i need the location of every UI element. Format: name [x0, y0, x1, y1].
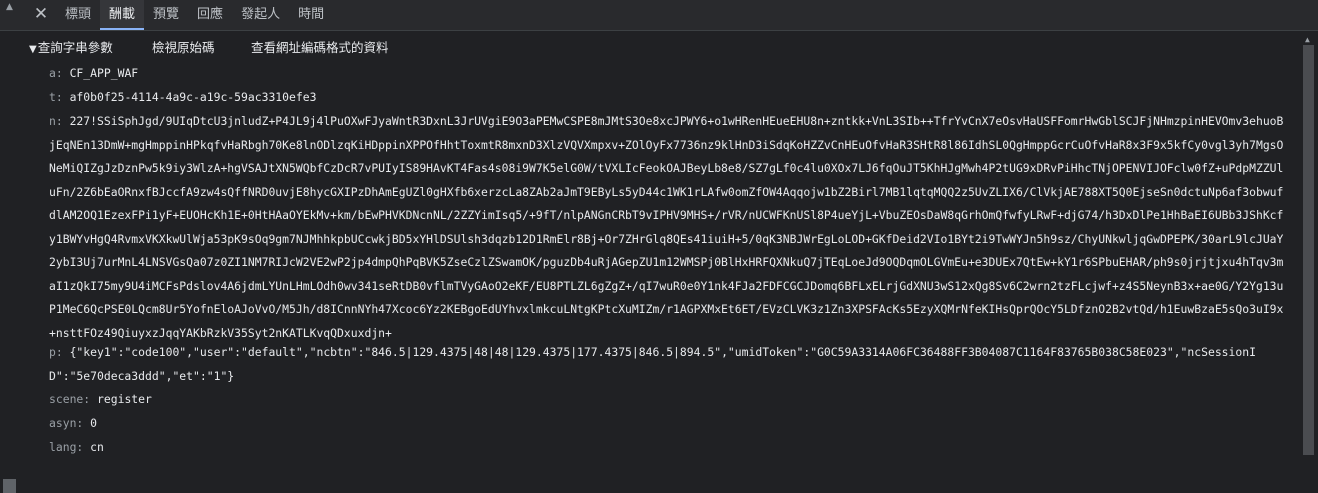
- tab-headers[interactable]: 標頭: [56, 0, 100, 30]
- param-value: 227!SSiSphJgd/9UIqDtcU3jnludZ+P4JL9j4lPu…: [49, 114, 1284, 340]
- vertical-scrollbar[interactable]: ▲: [1300, 31, 1318, 466]
- query-params-label: 查詢字串參數: [37, 40, 113, 55]
- param-value: {"key1":"code100","user":"default","ncbt…: [49, 345, 1256, 383]
- param-key: t:: [49, 90, 63, 104]
- expand-caret-icon: ▼: [29, 44, 37, 55]
- resize-handle[interactable]: [3, 479, 16, 493]
- view-source-link[interactable]: 檢視原始碼: [152, 37, 215, 56]
- param-value: 0: [90, 416, 98, 430]
- tab-preview[interactable]: 預覽: [144, 0, 188, 30]
- devtools-tab-bar: ▲ ✕ 標頭 酬載 預覽 回應 發起人 時間: [0, 0, 1318, 31]
- param-key: n:: [49, 114, 63, 128]
- tab-timing[interactable]: 時間: [289, 0, 333, 30]
- param-row-p: p: {"key1":"code100","user":"default","n…: [49, 341, 1289, 388]
- param-key: scene:: [49, 392, 91, 406]
- param-value: CF_APP_WAF: [69, 66, 139, 80]
- param-value: register: [97, 392, 152, 406]
- tab-initiator[interactable]: 發起人: [232, 0, 289, 30]
- param-row-lang: lang: cn: [49, 436, 104, 460]
- param-row-t: t: af0b0f25-4114-4a9c-a19c-59ac3310efe3: [49, 86, 316, 110]
- view-url-encoded-link[interactable]: 查看網址編碼格式的資料: [251, 37, 389, 56]
- param-row-a: a: CF_APP_WAF: [49, 62, 138, 86]
- param-key: lang:: [49, 440, 84, 454]
- param-key: asyn:: [49, 416, 84, 430]
- param-value: cn: [90, 440, 104, 454]
- param-row-n: n: 227!SSiSphJgd/9UIqDtcU3jnludZ+P4JL9j4…: [49, 110, 1289, 345]
- param-value: af0b0f25-4114-4a9c-a19c-59ac3310efe3: [69, 90, 317, 104]
- param-row-asyn: asyn: 0: [49, 412, 97, 436]
- scroll-up-icon[interactable]: ▲: [1305, 35, 1310, 44]
- close-icon[interactable]: ✕: [33, 4, 49, 24]
- param-key: p:: [49, 345, 63, 359]
- tab-list: 標頭 酬載 預覽 回應 發起人 時間: [56, 0, 333, 30]
- query-params-header[interactable]: ▼查詢字串參數: [29, 37, 113, 56]
- scrollbar-thumb[interactable]: [1303, 45, 1314, 455]
- param-row-scene: scene: register: [49, 388, 152, 412]
- payload-panel: ▼查詢字串參數 檢視原始碼 查看網址編碼格式的資料 a: CF_APP_WAF …: [22, 31, 1300, 466]
- tab-payload[interactable]: 酬載: [100, 0, 145, 30]
- left-gutter: [0, 31, 22, 493]
- tab-response[interactable]: 回應: [188, 0, 232, 30]
- param-key: a:: [49, 66, 63, 80]
- collapse-up-icon[interactable]: ▲: [6, 2, 13, 12]
